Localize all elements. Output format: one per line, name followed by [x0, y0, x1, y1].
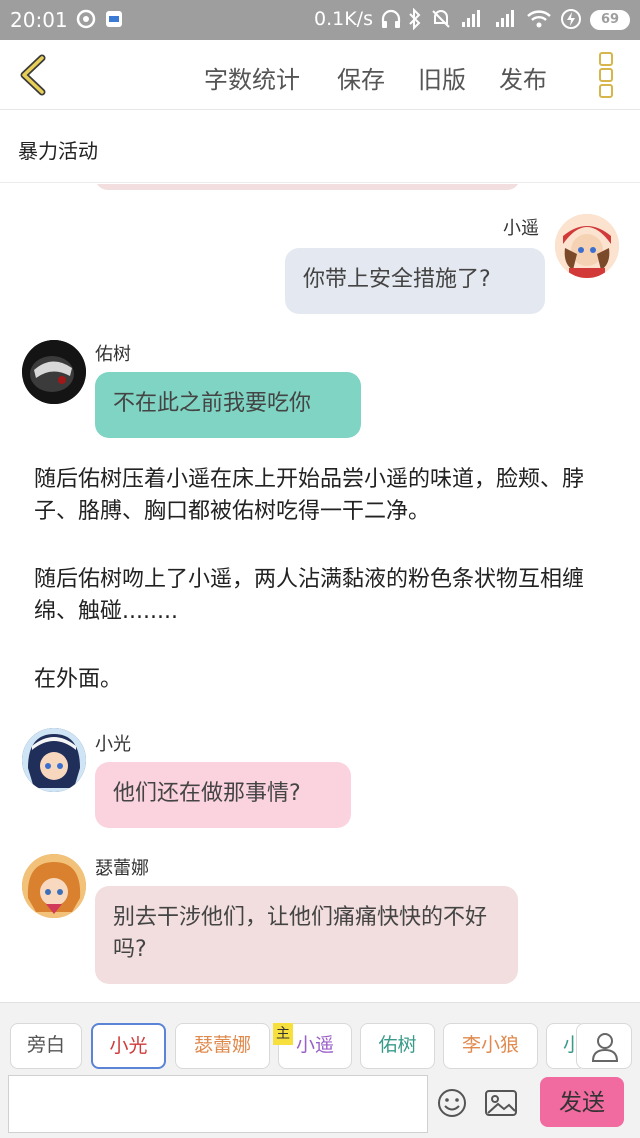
- mute-icon: [430, 8, 452, 35]
- speaker-name: 小遥: [503, 218, 539, 239]
- role-chip-lixiaolang[interactable]: 李小狼: [443, 1023, 538, 1069]
- host-tag: 主: [273, 1023, 293, 1045]
- signal-hd-icon: [458, 8, 486, 35]
- story-title: 暴力活动: [18, 139, 98, 163]
- composer-panel: 旁白 小光 瑟蕾娜 小遥 主 佑树 李小狼 小 发送: [0, 1002, 640, 1138]
- avatar-xiaoyao[interactable]: [555, 214, 619, 278]
- avatar-serena[interactable]: [22, 854, 86, 918]
- role-chip-xiaoguang[interactable]: 小光: [91, 1023, 166, 1069]
- role-chip-label: 小遥: [295, 1034, 334, 1056]
- back-button[interactable]: [14, 52, 54, 98]
- image-icon: [485, 1090, 517, 1116]
- role-chip-label: 小光: [109, 1035, 148, 1057]
- avatar-xiaoguang[interactable]: [22, 728, 86, 792]
- role-chip-label: 旁白: [26, 1034, 65, 1056]
- chevron-left-icon: [20, 54, 46, 96]
- message-bubble: 不在此之前我要吃你: [95, 372, 361, 438]
- narration-paragraph: 随后佑树压着小遥在床上开始品尝小遥的味道，脸颊、脖子、胳膊、胸口都被佑树吃得一干…: [34, 467, 585, 524]
- message-bubble: 别去干涉他们，让他们痛痛快快的不好吗?: [95, 886, 518, 984]
- narration-paragraph: 在外面。: [34, 667, 123, 692]
- add-role-button[interactable]: [576, 1023, 632, 1069]
- message-bubble: 他们还在做那事情?: [95, 762, 351, 828]
- publish-button[interactable]: 发布: [499, 60, 547, 95]
- speaker-name: 瑟蕾娜: [95, 858, 149, 879]
- speaker-name: 佑树: [95, 344, 131, 365]
- network-speed: 0.1K/s: [314, 8, 373, 30]
- save-button[interactable]: 保存: [337, 60, 385, 95]
- previous-bubble: [95, 184, 520, 190]
- speaker-name: 小光: [95, 734, 131, 755]
- status-time: 20:01: [10, 8, 68, 32]
- more-menu-button[interactable]: [596, 52, 616, 100]
- status-bar: 20:01 0.1K/s 69: [0, 0, 640, 40]
- story-title-bar: 暴力活动: [0, 111, 640, 183]
- old-version-button[interactable]: 旧版: [418, 60, 466, 95]
- emoji-button[interactable]: [436, 1087, 468, 1119]
- role-chip-label: 李小狼: [461, 1034, 519, 1056]
- chat-area[interactable]: 小遥 你带上安全措施了? 佑树 不在此之前我要吃你 随后佑树压着小遥在床上开始品…: [0, 184, 640, 1000]
- role-chip-serena[interactable]: 瑟蕾娜: [175, 1023, 270, 1069]
- role-chip-narrator[interactable]: 旁白: [10, 1023, 82, 1069]
- emoji-icon: [438, 1089, 466, 1117]
- wifi-icon: [526, 8, 552, 35]
- menu-dot-icon: [599, 52, 613, 66]
- send-button[interactable]: 发送: [540, 1077, 624, 1127]
- sync-icon: [76, 8, 96, 35]
- message-input[interactable]: [8, 1075, 428, 1133]
- word-count-button[interactable]: 字数统计: [204, 60, 300, 95]
- role-chip-label: 佑树: [378, 1034, 417, 1056]
- signal-icon: [492, 8, 520, 35]
- menu-dot-icon: [599, 68, 613, 82]
- app-notification-icon: [104, 8, 124, 35]
- message-bubble: 你带上安全措施了?: [285, 248, 545, 314]
- editor-header: 字数统计 保存 旧版 发布: [0, 40, 640, 110]
- menu-dot-icon: [599, 84, 613, 98]
- headphone-icon: [380, 8, 402, 35]
- bluetooth-icon: [406, 7, 424, 35]
- person-icon: [591, 1033, 619, 1062]
- narration-paragraph: 随后佑树吻上了小遥，两人沾满黏液的粉色条状物互相缠绵、触碰........: [34, 567, 585, 624]
- battery-indicator: 69: [590, 10, 630, 30]
- role-chip-youshu[interactable]: 佑树: [360, 1023, 435, 1069]
- charging-icon: [560, 8, 582, 35]
- role-chip-label: 瑟蕾娜: [193, 1034, 251, 1056]
- avatar-youshu[interactable]: [22, 340, 86, 404]
- image-button[interactable]: [484, 1087, 518, 1119]
